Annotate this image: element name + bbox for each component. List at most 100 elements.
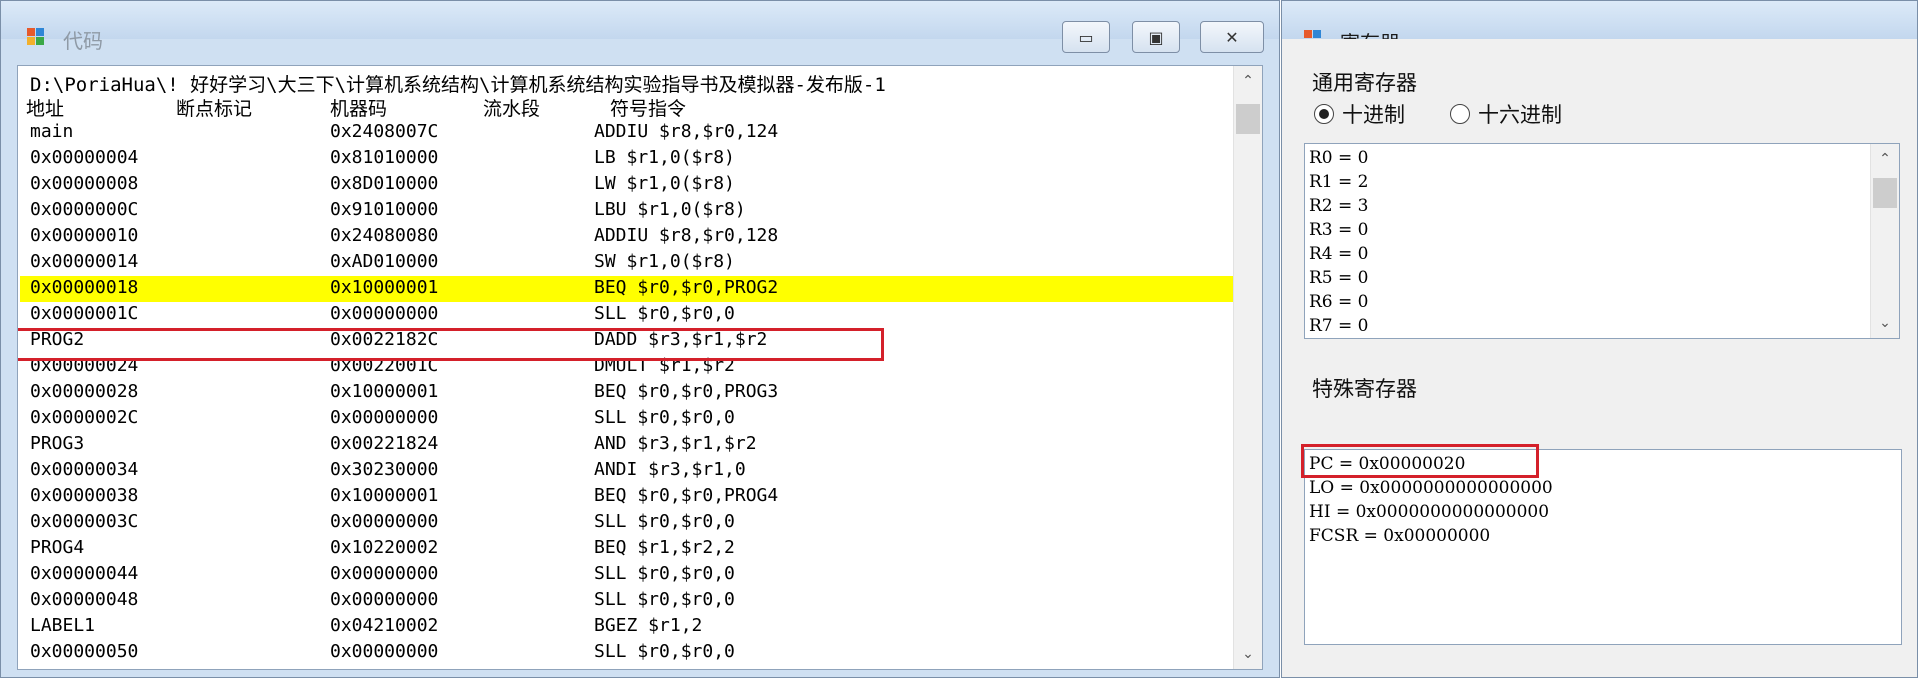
code-row[interactable]: 0x0000003C 0x00000000 SLL $r0,$r0,0: [20, 510, 1242, 536]
code-machine-code: 0x00000000: [330, 303, 439, 324]
column-header-breakpoint: 断点标记: [176, 98, 253, 120]
code-address: 0x00000048: [30, 589, 139, 610]
special-registers-list[interactable]: PC = 0x00000020 LO = 0x0000000000000000 HI…: [1304, 449, 1902, 645]
code-machine-code: 0x10220002: [330, 537, 439, 558]
radio-decimal[interactable]: 十进制: [1314, 99, 1405, 129]
close-button[interactable]: ✕: [1200, 21, 1264, 53]
file-path: D:\PoriaHua\! 好好学习\大三下\计算机系统结构\计算机系统结构实验…: [30, 74, 886, 96]
code-address: main: [30, 121, 74, 142]
code-row[interactable]: 0x00000010 0x24080080 ADDIU $r8,$r0,128: [20, 224, 1242, 250]
maximize-icon: ▣: [1148, 27, 1164, 47]
code-machine-code: 0x00000000: [330, 563, 439, 584]
scroll-thumb[interactable]: [1873, 178, 1897, 208]
register-window-titlebar[interactable]: 寄存器: [1282, 1, 1917, 55]
code-machine-code: 0x91010000: [330, 199, 439, 220]
code-instruction: SLL $r0,$r0,0: [594, 511, 735, 532]
general-register-value: R4 = 0: [1309, 244, 1369, 264]
code-address: 0x00000018: [30, 277, 139, 298]
general-registers-list[interactable]: R0 = 0 R1 = 2 R2 = 3 R3 = 0 R4 = 0 R5 = 0 R6 =…: [1304, 143, 1900, 339]
column-header-instruction: 符号指令: [610, 98, 687, 120]
code-instruction: SLL $r0,$r0,0: [594, 641, 735, 662]
code-address: 0x00000008: [30, 173, 139, 194]
code-address: 0x00000038: [30, 485, 139, 506]
column-header-machine-code: 机器码: [330, 98, 388, 120]
code-instruction: ADDIU $r8,$r0,124: [594, 121, 779, 142]
code-row[interactable]: LABEL1 0x04210002 BGEZ $r1,2: [20, 614, 1242, 640]
code-row[interactable]: 0x0000002C 0x00000000 SLL $r0,$r0,0: [20, 406, 1242, 432]
annotation-box-pc: [1301, 444, 1539, 478]
special-register-value: HI = 0x0000000000000000: [1309, 502, 1550, 522]
register-panel: 通用寄存器 十进制 十六进制 R0 = 0 R1 = 2 R2 = 3 R3 = 0R…: [1282, 39, 1917, 677]
scroll-down-icon[interactable]: ⌄: [1234, 641, 1262, 667]
code-instruction: ANDI $r3,$r1,0: [594, 459, 746, 480]
maximize-button[interactable]: ▣: [1132, 21, 1180, 53]
general-register-value: R7 = 0: [1309, 316, 1369, 336]
code-window-titlebar[interactable]: 代码 ▭ ▣ ✕: [1, 1, 1279, 53]
code-instruction: LB $r1,0($r8): [594, 147, 735, 168]
code-row[interactable]: 0x0000001C 0x00000000 SLL $r0,$r0,0: [20, 302, 1242, 328]
register-window: 寄存器 通用寄存器 十进制 十六进制 R0 = 0 R1 = 2 R2 = 3 R3 …: [1281, 0, 1918, 678]
code-row[interactable]: main 0x2408007C ADDIU $r8,$r0,124: [20, 120, 1242, 146]
code-row[interactable]: 0x00000034 0x30230000 ANDI $r3,$r1,0: [20, 458, 1242, 484]
scroll-up-icon[interactable]: ⌃: [1871, 146, 1899, 172]
code-instruction: BEQ $r0,$r0,PROG3: [594, 381, 779, 402]
code-address: 0x0000003C: [30, 511, 139, 532]
code-address: LABEL1: [30, 615, 96, 636]
code-row[interactable]: 0x00000004 0x81010000 LB $r1,0($r8): [20, 146, 1242, 172]
general-register-value: R6 = 0: [1309, 292, 1369, 312]
code-machine-code: 0x10000001: [330, 485, 439, 506]
code-machine-code: 0x04210002: [330, 615, 439, 636]
radio-hex-label: 十六进制: [1478, 103, 1562, 127]
code-row-current[interactable]: 0x00000018 0x10000001 BEQ $r0,$r0,PROG2: [20, 276, 1242, 302]
code-instruction: LBU $r1,0($r8): [594, 199, 746, 220]
code-row[interactable]: 0x00000050 0x00000000 SLL $r0,$r0,0: [20, 640, 1242, 666]
scroll-down-icon[interactable]: ⌄: [1871, 310, 1899, 336]
general-register-value: R2 = 3: [1309, 196, 1369, 216]
code-machine-code: 0x00000000: [330, 589, 439, 610]
radio-unselected-icon: [1450, 104, 1470, 124]
code-window: 代码 ▭ ▣ ✕ D:\PoriaHua\! 好好学习\大三下\计算机系统结构\…: [0, 0, 1280, 678]
general-register-value: R1 = 2: [1309, 172, 1369, 192]
code-address: 0x0000002C: [30, 407, 139, 428]
minimize-icon: ▭: [1078, 27, 1094, 47]
special-register-value: LO = 0x0000000000000000: [1309, 478, 1553, 498]
radio-hex[interactable]: 十六进制: [1450, 99, 1562, 129]
code-instruction: BEQ $r1,$r2,2: [594, 537, 735, 558]
code-address: 0x00000044: [30, 563, 139, 584]
code-address: 0x00000010: [30, 225, 139, 246]
code-instruction: LW $r1,0($r8): [594, 173, 735, 194]
general-registers-label: 通用寄存器: [1312, 71, 1417, 95]
code-row[interactable]: 0x00000028 0x10000001 BEQ $r0,$r0,PROG3: [20, 380, 1242, 406]
register-scrollbar[interactable]: ⌃ ⌄: [1870, 144, 1899, 338]
code-address: 0x0000000C: [30, 199, 139, 220]
code-row[interactable]: 0x00000048 0x00000000 SLL $r0,$r0,0: [20, 588, 1242, 614]
radio-decimal-label: 十进制: [1342, 103, 1405, 127]
code-address: 0x0000001C: [30, 303, 139, 324]
code-instruction: BGEZ $r1,2: [594, 615, 703, 636]
code-row[interactable]: PROG4 0x10220002 BEQ $r1,$r2,2: [20, 536, 1242, 562]
code-row[interactable]: 0x00000044 0x00000000 SLL $r0,$r0,0: [20, 562, 1242, 588]
code-row[interactable]: 0x00000038 0x10000001 BEQ $r0,$r0,PROG4: [20, 484, 1242, 510]
code-instruction: BEQ $r0,$r0,PROG4: [594, 485, 779, 506]
code-address: 0x00000014: [30, 251, 139, 272]
code-row[interactable]: 0x00000014 0xAD010000 SW $r1,0($r8): [20, 250, 1242, 276]
special-register-value: FCSR = 0x00000000: [1309, 526, 1491, 546]
code-machine-code: 0x00221824: [330, 433, 439, 454]
close-icon: ✕: [1225, 27, 1239, 47]
code-machine-code: 0x00000000: [330, 407, 439, 428]
minimize-button[interactable]: ▭: [1062, 21, 1110, 53]
code-row[interactable]: PROG3 0x00221824 AND $r3,$r1,$r2: [20, 432, 1242, 458]
code-address: PROG4: [30, 537, 85, 558]
code-row[interactable]: 0x0000000C 0x91010000 LBU $r1,0($r8): [20, 198, 1242, 224]
general-register-value: R5 = 0: [1309, 268, 1369, 288]
code-machine-code: 0x2408007C: [330, 121, 439, 142]
scroll-thumb[interactable]: [1236, 104, 1260, 134]
column-header-address: 地址: [26, 98, 65, 120]
code-listing[interactable]: D:\PoriaHua\! 好好学习\大三下\计算机系统结构\计算机系统结构实验…: [17, 65, 1263, 670]
code-scrollbar[interactable]: ⌃ ⌄: [1233, 66, 1262, 669]
general-register-value: R3 = 0: [1309, 220, 1369, 240]
code-machine-code: 0x00000000: [330, 511, 439, 532]
code-row[interactable]: 0x00000008 0x8D010000 LW $r1,0($r8): [20, 172, 1242, 198]
scroll-up-icon[interactable]: ⌃: [1234, 68, 1262, 94]
code-machine-code: 0xAD010000: [330, 251, 439, 272]
